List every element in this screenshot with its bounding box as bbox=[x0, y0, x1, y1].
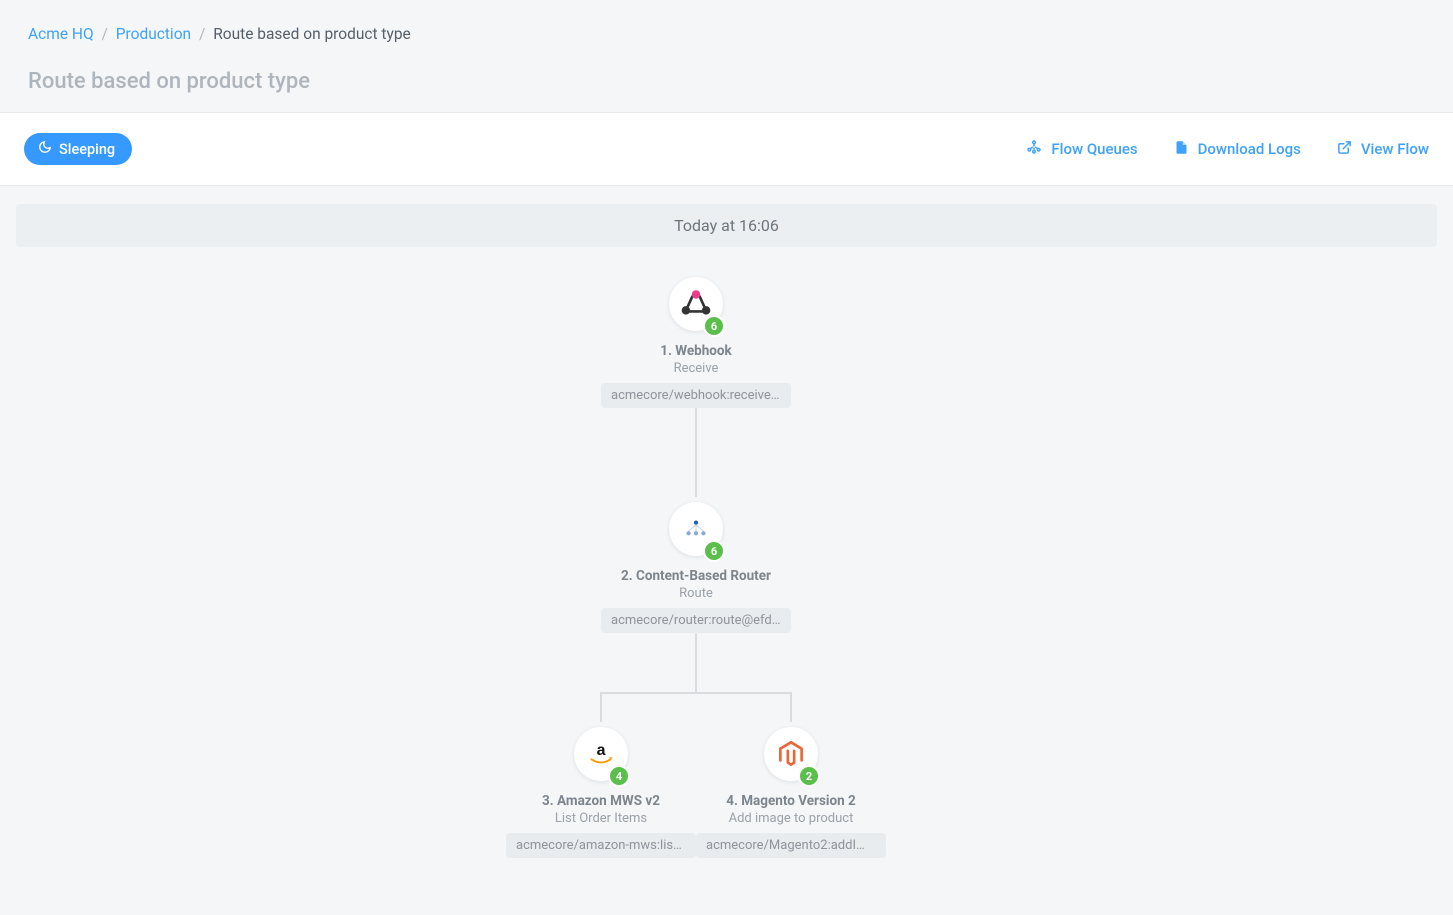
webhook-icon: 6 bbox=[669, 277, 723, 331]
magento-icon: 2 bbox=[764, 727, 818, 781]
node-title: 3. Amazon MWS v2 bbox=[506, 793, 696, 809]
download-logs-label: Download Logs bbox=[1198, 140, 1301, 158]
file-icon bbox=[1174, 140, 1189, 159]
node-chip: acmecore/router:route@efd... bbox=[601, 608, 791, 633]
connector-line bbox=[600, 692, 602, 722]
node-subtitle: Add image to product bbox=[696, 811, 886, 826]
connector-line bbox=[790, 692, 792, 722]
download-logs-button[interactable]: Download Logs bbox=[1174, 140, 1301, 159]
amazon-icon: a 4 bbox=[574, 727, 628, 781]
breadcrumb-sep: / bbox=[101, 25, 107, 43]
count-badge: 6 bbox=[703, 315, 725, 337]
breadcrumb-org[interactable]: Acme HQ bbox=[28, 25, 94, 43]
node-title: 1. Webhook bbox=[601, 343, 791, 359]
connector-line bbox=[695, 407, 697, 497]
timestamp-row: Today at 16:06 bbox=[16, 204, 1437, 247]
connector-line bbox=[601, 692, 791, 694]
node-router[interactable]: 6 2. Content-Based Router Route acmecore… bbox=[601, 502, 791, 633]
node-chip: acmecore/webhook:receive... bbox=[601, 383, 791, 408]
node-title: 2. Content-Based Router bbox=[601, 568, 791, 584]
node-webhook[interactable]: 6 1. Webhook Receive acmecore/webhook:re… bbox=[601, 277, 791, 408]
node-title: 4. Magento Version 2 bbox=[696, 793, 886, 809]
flow-queues-label: Flow Queues bbox=[1051, 140, 1137, 158]
view-flow-button[interactable]: View Flow bbox=[1337, 140, 1429, 159]
count-badge: 6 bbox=[703, 540, 725, 562]
breadcrumb: Acme HQ / Production / Route based on pr… bbox=[28, 25, 1425, 43]
status-pill[interactable]: Sleeping bbox=[24, 133, 132, 165]
status-label: Sleeping bbox=[59, 141, 115, 158]
share-icon bbox=[1026, 139, 1042, 159]
breadcrumb-sep: / bbox=[199, 25, 205, 43]
node-subtitle: Route bbox=[601, 586, 791, 601]
moon-icon bbox=[38, 140, 52, 158]
view-flow-label: View Flow bbox=[1361, 140, 1429, 158]
page-title: Route based on product type bbox=[28, 69, 1425, 94]
external-link-icon bbox=[1337, 140, 1352, 159]
count-badge: 4 bbox=[608, 765, 630, 787]
node-amazon[interactable]: a 4 3. Amazon MWS v2 List Order Items ac… bbox=[506, 727, 696, 858]
breadcrumb-env[interactable]: Production bbox=[116, 25, 191, 43]
flow-queues-button[interactable]: Flow Queues bbox=[1026, 139, 1137, 159]
router-icon: 6 bbox=[669, 502, 723, 556]
node-magento[interactable]: 2 4. Magento Version 2 Add image to prod… bbox=[696, 727, 886, 858]
node-subtitle: Receive bbox=[601, 361, 791, 376]
count-badge: 2 bbox=[798, 765, 820, 787]
flow-canvas: 6 1. Webhook Receive acmecore/webhook:re… bbox=[16, 257, 1437, 897]
svg-text:a: a bbox=[597, 742, 606, 759]
breadcrumb-current: Route based on product type bbox=[213, 25, 411, 43]
connector-line bbox=[695, 632, 697, 692]
toolbar: Sleeping Flow Queues Download Logs View … bbox=[0, 112, 1453, 186]
node-chip: acmecore/Magento2:addIm... bbox=[696, 833, 886, 858]
node-chip: acmecore/amazon-mws:list... bbox=[506, 833, 696, 858]
node-subtitle: List Order Items bbox=[506, 811, 696, 826]
